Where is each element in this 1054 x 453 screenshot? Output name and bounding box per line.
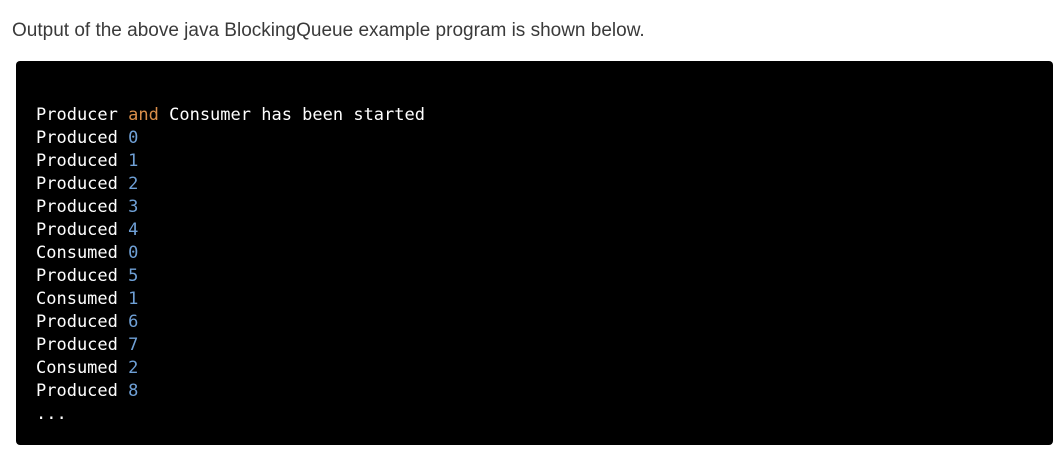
output-line-label: Consumed — [36, 289, 118, 309]
output-line-value: 2 — [128, 358, 139, 378]
header-rest: Consumer has been started — [169, 105, 425, 125]
output-lines: Produced 0 Produced 1 Produced 2 Produced 3… — [36, 127, 1053, 403]
output-line-value: 3 — [128, 197, 139, 217]
output-line-label: Produced — [36, 197, 118, 217]
output-line: Produced 6 — [36, 311, 1053, 334]
output-line: Produced 8 — [36, 380, 1053, 403]
output-line: Produced 4 — [36, 219, 1053, 242]
output-line-value: 0 — [128, 243, 139, 263]
output-line-value: 2 — [128, 174, 139, 194]
output-line-label: Produced — [36, 335, 118, 355]
output-line: Produced 2 — [36, 173, 1053, 196]
output-line: Produced 7 — [36, 334, 1053, 357]
output-line-value: 7 — [128, 335, 139, 355]
output-line: Consumed 2 — [36, 357, 1053, 380]
header-keyword: and — [128, 105, 159, 125]
output-line-label: Produced — [36, 220, 118, 240]
output-line-label: Consumed — [36, 358, 118, 378]
output-line-value: 0 — [128, 128, 139, 148]
output-line: Produced 5 — [36, 265, 1053, 288]
output-line-label: Produced — [36, 266, 118, 286]
output-line-label: Produced — [36, 151, 118, 171]
output-line-value: 5 — [128, 266, 139, 286]
output-line-label: Produced — [36, 128, 118, 148]
output-line-label: Consumed — [36, 243, 118, 263]
output-line: Consumed 1 — [36, 288, 1053, 311]
output-ellipsis: ... — [36, 404, 67, 424]
output-line-label: Produced — [36, 381, 118, 401]
output-line-label: Produced — [36, 312, 118, 332]
output-line-value: 4 — [128, 220, 139, 240]
output-line: Consumed 0 — [36, 242, 1053, 265]
output-line-value: 1 — [128, 151, 139, 171]
output-line: Produced 1 — [36, 150, 1053, 173]
output-line-value: 1 — [128, 289, 139, 309]
output-line-value: 6 — [128, 312, 139, 332]
output-line-value: 8 — [128, 381, 139, 401]
output-line: Produced 0 — [36, 127, 1053, 150]
code-output-block: Producer and Consumer has been started P… — [16, 61, 1053, 445]
output-line: Produced 3 — [36, 196, 1053, 219]
intro-paragraph: Output of the above java BlockingQueue e… — [12, 20, 645, 41]
header-word: Producer — [36, 105, 118, 125]
output-line-label: Produced — [36, 174, 118, 194]
output-header-line: Producer and Consumer has been started — [36, 104, 1053, 127]
